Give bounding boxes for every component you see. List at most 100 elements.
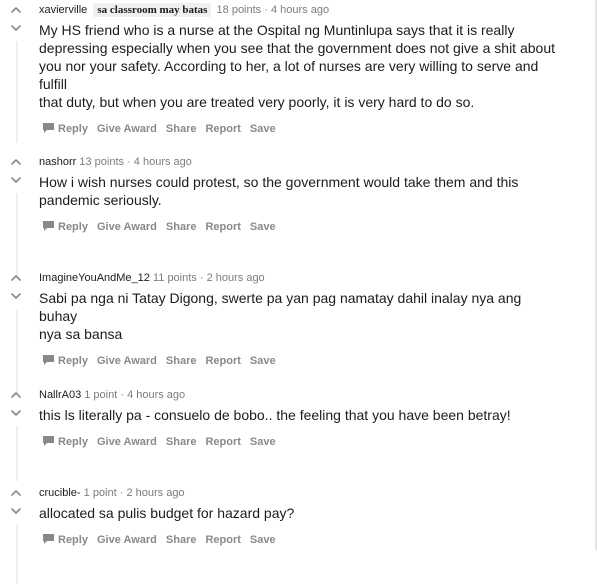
save-button[interactable]: Save bbox=[250, 532, 276, 548]
report-button[interactable]: Report bbox=[205, 121, 240, 137]
downvote-icon[interactable] bbox=[9, 173, 23, 187]
reply-button[interactable]: Reply bbox=[42, 353, 88, 369]
author-link[interactable]: xavierville bbox=[39, 4, 87, 16]
downvote-icon[interactable] bbox=[9, 21, 23, 35]
downvote-icon[interactable] bbox=[9, 504, 23, 518]
save-button[interactable]: Save bbox=[250, 121, 276, 137]
comment-body: NallrA03 1 point · 4 hours ago this ls li… bbox=[39, 388, 582, 450]
comment-body: crucible- 1 point · 2 hours ago allocated… bbox=[39, 486, 582, 548]
timestamp[interactable]: 2 hours ago bbox=[207, 272, 265, 284]
comment-actions: Reply Give Award Share Report Save bbox=[39, 353, 582, 369]
points: 11 points bbox=[152, 272, 197, 284]
comment-text-line: allocated sa pulis budget for hazard pay… bbox=[39, 505, 295, 521]
save-button[interactable]: Save bbox=[250, 434, 276, 450]
give-award-button[interactable]: Give Award bbox=[97, 532, 157, 548]
speech-bubble-icon bbox=[42, 220, 55, 232]
speech-bubble-icon bbox=[42, 122, 55, 134]
comment-text-line: pandemic seriously. bbox=[39, 192, 162, 208]
comment-actions: Reply Give Award Share Report Save bbox=[39, 434, 582, 450]
reply-label: Reply bbox=[58, 534, 88, 546]
comment-text-line: that duty, but when you are treated very… bbox=[39, 94, 475, 110]
give-award-button[interactable]: Give Award bbox=[97, 219, 157, 235]
share-button[interactable]: Share bbox=[166, 121, 197, 137]
comment-body: xavierville sa classroom may batas 18 po… bbox=[39, 3, 582, 137]
reply-button[interactable]: Reply bbox=[42, 121, 88, 137]
comment-text-line: nya sa bansa bbox=[39, 326, 123, 342]
reply-button[interactable]: Reply bbox=[42, 219, 88, 235]
user-flair: sa classroom may batas bbox=[93, 3, 212, 17]
thread-line[interactable] bbox=[16, 524, 18, 584]
vote-column bbox=[9, 486, 23, 518]
comment-text-line: this ls literally pa - consuelo de bobo.… bbox=[39, 407, 511, 423]
share-button[interactable]: Share bbox=[166, 434, 197, 450]
author-link[interactable]: NallrA03 bbox=[39, 389, 81, 401]
comment-text-line: you nor your safety. According to her, a… bbox=[39, 58, 539, 92]
timestamp[interactable]: 4 hours ago bbox=[271, 4, 329, 16]
reply-label: Reply bbox=[58, 221, 88, 233]
timestamp[interactable]: 4 hours ago bbox=[134, 156, 192, 168]
comment-text: Sabi pa nga ni Tatay Digong, swerte pa y… bbox=[39, 289, 559, 343]
report-button[interactable]: Report bbox=[205, 532, 240, 548]
upvote-icon[interactable] bbox=[9, 388, 23, 402]
comment-text-line: My HS friend who is a nurse at the Ospit… bbox=[39, 22, 515, 38]
vote-column bbox=[9, 155, 23, 187]
share-button[interactable]: Share bbox=[166, 353, 197, 369]
author-link[interactable]: nashorr bbox=[39, 156, 76, 168]
report-button[interactable]: Report bbox=[205, 353, 240, 369]
timestamp[interactable]: 2 hours ago bbox=[126, 487, 184, 499]
reply-label: Reply bbox=[58, 436, 88, 448]
downvote-icon[interactable] bbox=[9, 406, 23, 420]
give-award-button[interactable]: Give Award bbox=[97, 353, 157, 369]
upvote-icon[interactable] bbox=[9, 271, 23, 285]
timestamp[interactable]: 4 hours ago bbox=[127, 389, 185, 401]
author-link[interactable]: crucible- bbox=[39, 487, 81, 499]
comment-actions: Reply Give Award Share Report Save bbox=[39, 121, 582, 137]
thread-line[interactable] bbox=[16, 426, 18, 481]
speech-bubble-icon bbox=[42, 354, 55, 366]
report-button[interactable]: Report bbox=[205, 219, 240, 235]
give-award-button[interactable]: Give Award bbox=[97, 121, 157, 137]
comment-body: nashorr 13 points · 4 hours ago How i wis… bbox=[39, 155, 582, 235]
upvote-icon[interactable] bbox=[9, 155, 23, 169]
comment-meta: crucible- 1 point · 2 hours ago bbox=[39, 487, 185, 499]
share-button[interactable]: Share bbox=[166, 219, 197, 235]
comment-meta: xavierville sa classroom may batas 18 po… bbox=[39, 3, 330, 17]
reply-label: Reply bbox=[58, 355, 88, 367]
vote-column bbox=[9, 388, 23, 420]
save-button[interactable]: Save bbox=[250, 353, 276, 369]
give-award-button[interactable]: Give Award bbox=[97, 434, 157, 450]
thread-line[interactable] bbox=[16, 193, 18, 278]
comment-actions: Reply Give Award Share Report Save bbox=[39, 219, 582, 235]
share-button[interactable]: Share bbox=[166, 532, 197, 548]
points: 18 points bbox=[216, 4, 262, 16]
comment-text: My HS friend who is a nurse at the Ospit… bbox=[39, 21, 559, 111]
comment-text-line: Sabi pa nga ni Tatay Digong, swerte pa y… bbox=[39, 290, 522, 324]
reply-label: Reply bbox=[58, 123, 88, 135]
speech-bubble-icon bbox=[42, 533, 55, 545]
comment-meta: nashorr 13 points · 4 hours ago bbox=[39, 156, 192, 168]
vote-column bbox=[9, 271, 23, 303]
reply-button[interactable]: Reply bbox=[42, 532, 88, 548]
reply-button[interactable]: Reply bbox=[42, 434, 88, 450]
comment-text-line: depressing especially when you see that … bbox=[39, 40, 555, 56]
comment-text: allocated sa pulis budget for hazard pay… bbox=[39, 504, 559, 522]
comment-body: ImagineYouAndMe_12 11 points · 2 hours a… bbox=[39, 271, 582, 369]
comment-meta: ImagineYouAndMe_12 11 points · 2 hours a… bbox=[39, 272, 265, 284]
points: 1 point bbox=[84, 389, 118, 401]
comment-text: this ls literally pa - consuelo de bobo.… bbox=[39, 406, 559, 424]
upvote-icon[interactable] bbox=[9, 486, 23, 500]
comment-text: How i wish nurses could protest, so the … bbox=[39, 173, 559, 209]
thread-line[interactable] bbox=[16, 41, 18, 143]
report-button[interactable]: Report bbox=[205, 434, 240, 450]
points: 1 point bbox=[83, 487, 117, 499]
points: 13 points bbox=[79, 156, 125, 168]
comment-meta: NallrA03 1 point · 4 hours ago bbox=[39, 389, 186, 401]
speech-bubble-icon bbox=[42, 435, 55, 447]
downvote-icon[interactable] bbox=[9, 289, 23, 303]
comment-actions: Reply Give Award Share Report Save bbox=[39, 532, 582, 548]
author-link[interactable]: ImagineYouAndMe_12 bbox=[39, 272, 150, 284]
upvote-icon[interactable] bbox=[9, 3, 23, 17]
save-button[interactable]: Save bbox=[250, 219, 276, 235]
thread-line[interactable] bbox=[16, 309, 18, 395]
vote-column bbox=[9, 3, 23, 35]
